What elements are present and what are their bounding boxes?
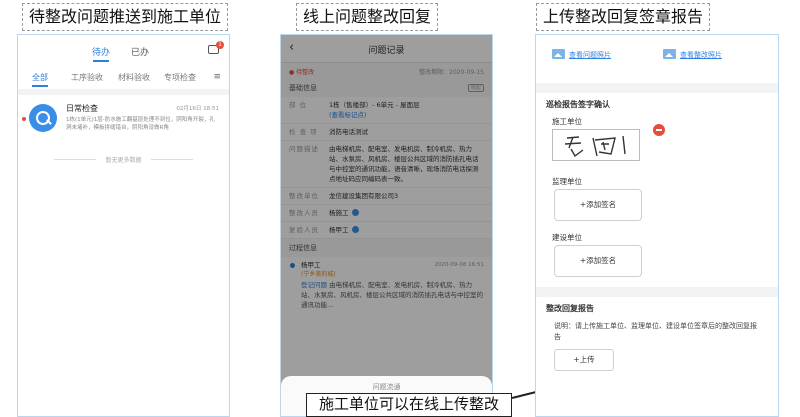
unread-badge: 1: [216, 41, 224, 49]
sheet-title: 问题流通: [372, 383, 401, 391]
image-icon: [552, 49, 565, 59]
tab-done[interactable]: 已办: [131, 45, 149, 58]
link-label: 查看问题照片: [569, 51, 611, 59]
view-rectify-photo-link[interactable]: 查看整改照片: [663, 49, 722, 60]
view-problem-photo-link[interactable]: 查看问题照片: [552, 49, 611, 60]
unread-dot-icon: [22, 117, 26, 121]
filter-special-inspection[interactable]: 专项检查: [164, 72, 196, 83]
add-supervision-signature-button[interactable]: +添加签名: [554, 189, 642, 221]
item-title: 日常检查: [66, 104, 98, 113]
construction-signature[interactable]: [552, 124, 665, 161]
list-item[interactable]: 日常检查 02月16日 18:51 1栋(1单元)1层-防水施工翻基层处理不到位…: [18, 95, 229, 151]
filter-process-acceptance[interactable]: 工序验收: [71, 72, 103, 83]
callout-contractor-upload: 施工单位可以在线上传整改: [306, 393, 512, 417]
signature-image: [564, 135, 626, 158]
phone-todo-list: 待办 已办 1 全部 工序验收 材料验收 专项检查 ≡ 日常检查 02月16日 …: [17, 34, 230, 417]
no-more-data: 暂无更多数据: [18, 155, 229, 164]
filter-all[interactable]: 全部: [32, 72, 48, 87]
filter-bar: 全部 工序验收 材料验收 专项检查 ≡: [18, 67, 229, 89]
tab-todo[interactable]: 待办: [92, 45, 110, 62]
modal-overlay[interactable]: [281, 35, 492, 416]
caption-upload-report: 上传整改回复签章报告: [536, 3, 711, 31]
image-icon: [663, 49, 676, 59]
top-tabs: 待办 已办 1: [18, 35, 229, 67]
link-label: 查看整改照片: [680, 51, 722, 59]
composite-screenshot: 待整改问题推送到施工单位 线上问题整改回复 上传整改回复签章报告 待办 已办 1…: [0, 0, 800, 417]
item-description: 1栋(1单元)1层-防水施工翻基层处理不到位，阴阳角开裂，孔洞未堵补，模板拼缝错…: [66, 117, 215, 131]
phone-sign-report: 查看问题照片 查看整改照片 巡检报告签字确认 施工单位 监理单位 +添加签名 建…: [535, 34, 779, 417]
supervision-unit-label: 监理单位: [552, 177, 582, 186]
upload-button[interactable]: +上传: [554, 349, 614, 371]
divider: [536, 287, 778, 297]
caption-push-to-contractor: 待整改问题推送到施工单位: [22, 3, 229, 31]
remove-signature-icon[interactable]: [653, 124, 665, 136]
section-sign-confirm: 巡检报告签字确认: [546, 100, 610, 109]
report-instruction: 说明：请上传施工单位、监理单位、建设单位签章后的整改回复报告: [554, 322, 757, 341]
search-inspection-icon: [29, 104, 57, 132]
divider: [536, 83, 778, 93]
photo-links: 查看问题照片 查看整改照片: [536, 35, 778, 83]
filter-material-acceptance[interactable]: 材料验收: [118, 72, 150, 83]
menu-icon[interactable]: ≡: [213, 72, 221, 82]
item-date: 02月16日 18:51: [176, 106, 219, 112]
add-owner-signature-button[interactable]: +添加签名: [554, 245, 642, 277]
section-rectify-report: 整改回复报告: [546, 304, 594, 313]
caption-online-reply: 线上问题整改回复: [296, 3, 439, 31]
phone-problem-record: ‹ 问题记录 ● 待整改 整改期限：2020-09-15 基础信息 收起 部 位…: [280, 34, 493, 417]
owner-unit-label: 建设单位: [552, 233, 582, 242]
